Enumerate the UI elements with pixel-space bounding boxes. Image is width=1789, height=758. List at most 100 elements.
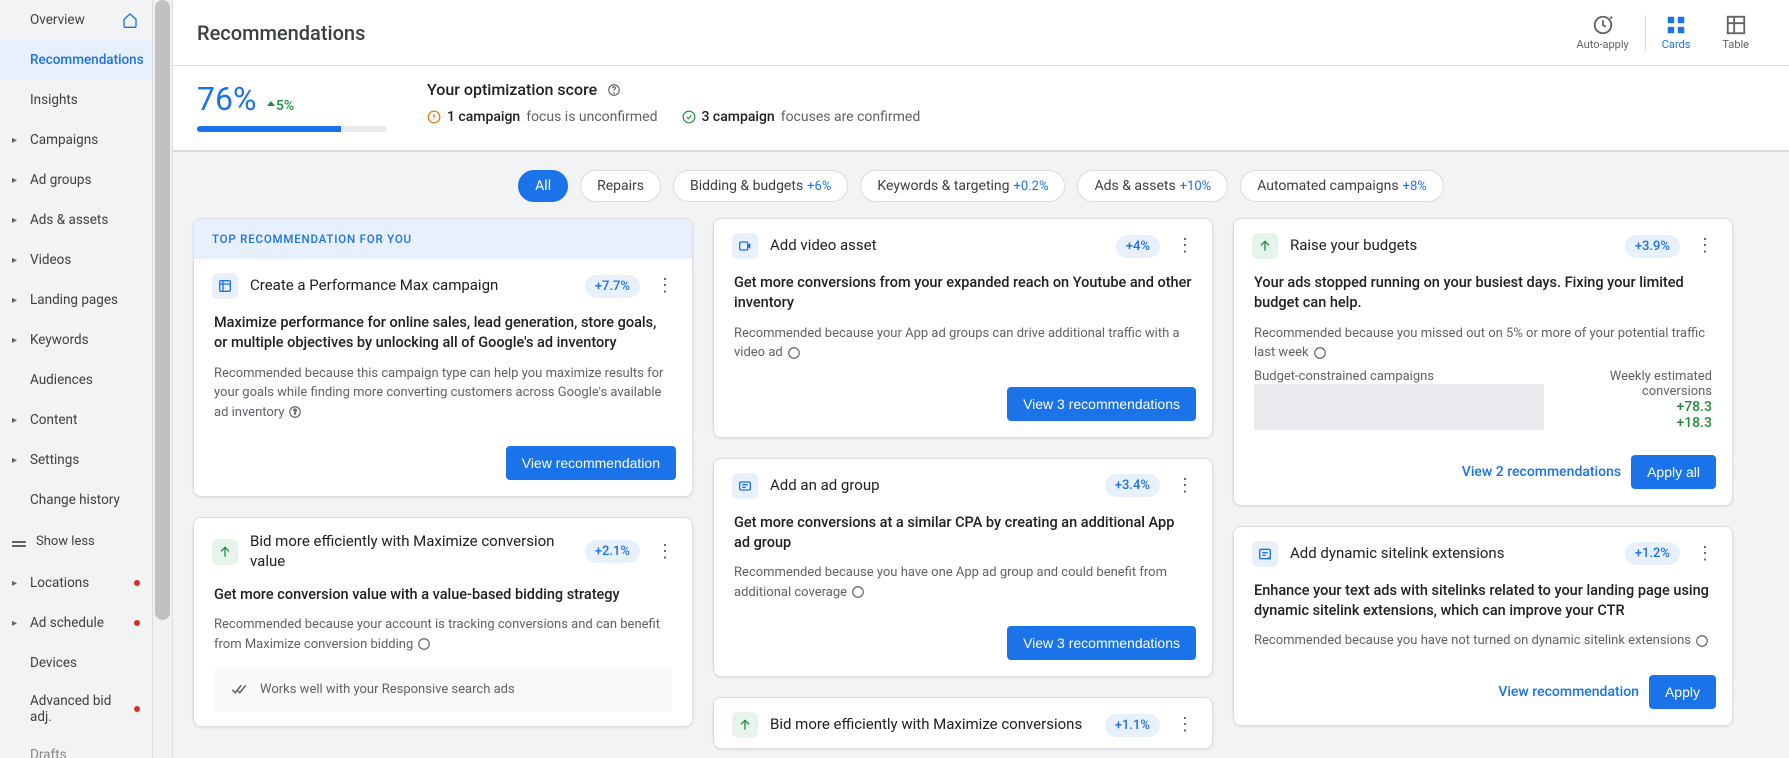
card-bid-value: Bid more efficiently with Maximize conve… bbox=[193, 517, 693, 727]
chevron-right-icon: ▸ bbox=[12, 135, 17, 146]
chevron-right-icon: ▸ bbox=[12, 455, 17, 466]
view-recommendations-link[interactable]: View 2 recommendations bbox=[1462, 464, 1621, 480]
sidebar-item-audiences[interactable]: Audiences bbox=[0, 360, 152, 400]
sidebar-label: Settings bbox=[30, 452, 79, 468]
budget-stat-right-label: Weekly estimated conversions bbox=[1544, 369, 1712, 399]
apply-all-button[interactable]: Apply all bbox=[1631, 455, 1716, 489]
sidebar-item-adsassets[interactable]: ▸ Ads & assets bbox=[0, 200, 152, 240]
help-icon[interactable] bbox=[607, 83, 621, 97]
sidebar-item-advancedbid[interactable]: Advanced bid adj. bbox=[0, 683, 152, 735]
help-icon[interactable] bbox=[1695, 634, 1709, 648]
sidebar-item-drafts[interactable]: Drafts bbox=[0, 735, 152, 758]
chevron-right-icon: ▸ bbox=[12, 175, 17, 186]
chip-label: Automated campaigns bbox=[1257, 178, 1398, 194]
scrollbar-thumb[interactable] bbox=[155, 0, 170, 620]
alert-dot-icon bbox=[134, 706, 140, 712]
home-icon bbox=[122, 12, 138, 28]
tool-label: Cards bbox=[1662, 38, 1691, 51]
sidebar-label: Ad schedule bbox=[30, 615, 104, 631]
chip-bidding[interactable]: Bidding & budgets+6% bbox=[673, 170, 848, 202]
chip-ads[interactable]: Ads & assets+10% bbox=[1077, 170, 1228, 202]
view-recommendation-link[interactable]: View recommendation bbox=[1498, 684, 1639, 700]
sidebar-scrollbar[interactable] bbox=[153, 0, 173, 758]
view-recommendations-button[interactable]: View 3 recommendations bbox=[1007, 626, 1196, 660]
chip-repairs[interactable]: Repairs bbox=[580, 170, 661, 202]
tool-auto-apply[interactable]: Auto-apply bbox=[1561, 14, 1645, 51]
help-icon[interactable] bbox=[787, 346, 801, 360]
check-circle-icon bbox=[682, 110, 696, 124]
card-uplift: +1.2% bbox=[1625, 542, 1680, 565]
more-icon[interactable]: ⋮ bbox=[652, 545, 678, 559]
view-recommendations-button[interactable]: View 3 recommendations bbox=[1007, 387, 1196, 421]
campaign-unconfirmed: 1 campaignfocus is unconfirmed bbox=[427, 109, 658, 125]
sidebar-item-landing[interactable]: ▸ Landing pages bbox=[0, 280, 152, 320]
help-icon[interactable]: ? bbox=[288, 405, 302, 419]
sidebar-label: Show less bbox=[36, 534, 95, 549]
warning-icon bbox=[427, 110, 441, 124]
sidebar-item-recommendations[interactable]: Recommendations bbox=[0, 40, 152, 80]
chip-auto[interactable]: Automated campaigns +8% bbox=[1240, 170, 1444, 202]
chip-label: Keywords & targeting bbox=[877, 178, 1009, 194]
sidebar-label: Audiences bbox=[30, 372, 93, 388]
table-icon bbox=[1725, 14, 1747, 36]
chip-uplift: +6% bbox=[807, 179, 831, 194]
view-recommendation-button[interactable]: View recommendation bbox=[506, 446, 676, 480]
help-icon[interactable] bbox=[851, 585, 865, 599]
header: Recommendations Auto-apply Cards Table bbox=[173, 0, 1789, 66]
more-icon[interactable]: ⋮ bbox=[1172, 239, 1198, 253]
sidebar-item-insights[interactable]: Insights bbox=[0, 80, 152, 120]
card-sub: Recommended because your App ad groups c… bbox=[734, 324, 1192, 363]
help-icon[interactable] bbox=[1313, 346, 1327, 360]
sidebar-item-changehistory[interactable]: Change history bbox=[0, 480, 152, 520]
more-icon[interactable]: ⋮ bbox=[1692, 547, 1718, 561]
chip-uplift: +10% bbox=[1180, 179, 1212, 194]
chip-all[interactable]: All bbox=[518, 170, 568, 202]
card-title: Add dynamic sitelink extensions bbox=[1290, 544, 1613, 564]
filter-chips: All Repairs Bidding & budgets+6% Keyword… bbox=[173, 152, 1789, 218]
help-icon[interactable] bbox=[417, 637, 431, 651]
sidebar-label: Devices bbox=[30, 655, 77, 671]
sidebar-item-overview[interactable]: Overview bbox=[0, 0, 152, 40]
card-sub: Recommended because this campaign type c… bbox=[214, 364, 672, 423]
sidebar-label: Recommendations bbox=[30, 52, 144, 68]
sidebar-label: Insights bbox=[30, 92, 78, 108]
budget-est-1: +78.3 bbox=[1544, 399, 1712, 415]
chip-keywords[interactable]: Keywords & targeting+0.2% bbox=[860, 170, 1065, 202]
adgroup-icon bbox=[732, 473, 758, 499]
sidebar-item-adgroups[interactable]: ▸ Ad groups bbox=[0, 160, 152, 200]
page-title: Recommendations bbox=[197, 21, 365, 45]
score-progress-fill bbox=[197, 126, 341, 132]
card-title: Add video asset bbox=[770, 236, 1104, 256]
score-title: Your optimization score bbox=[427, 80, 920, 99]
more-icon[interactable]: ⋮ bbox=[1692, 239, 1718, 253]
more-icon[interactable]: ⋮ bbox=[1172, 718, 1198, 732]
sidebar-label: Landing pages bbox=[30, 292, 118, 308]
tool-cards[interactable]: Cards bbox=[1646, 14, 1707, 51]
card-title: Raise your budgets bbox=[1290, 236, 1613, 256]
sidebar-label: Change history bbox=[30, 492, 120, 508]
sidebar-item-content[interactable]: ▸ Content bbox=[0, 400, 152, 440]
history-icon bbox=[1592, 14, 1614, 36]
more-icon[interactable]: ⋮ bbox=[652, 279, 678, 293]
sidebar-item-locations[interactable]: ▸ Locations bbox=[0, 563, 152, 603]
card-sub: Recommended because you missed out on 5%… bbox=[1254, 324, 1712, 363]
sidebar-item-videos[interactable]: ▸ Videos bbox=[0, 240, 152, 280]
apply-button[interactable]: Apply bbox=[1649, 675, 1716, 709]
svg-text:?: ? bbox=[294, 408, 298, 416]
chevron-right-icon: ▸ bbox=[12, 255, 17, 266]
sitelink-icon bbox=[1252, 541, 1278, 567]
sidebar-label: Videos bbox=[30, 252, 71, 268]
sidebar-item-adschedule[interactable]: ▸ Ad schedule bbox=[0, 603, 152, 643]
sidebar-item-keywords[interactable]: ▸ Keywords bbox=[0, 320, 152, 360]
tool-table[interactable]: Table bbox=[1706, 14, 1765, 51]
sidebar-item-settings[interactable]: ▸ Settings bbox=[0, 440, 152, 480]
card-desc: Get more conversion value with a value-b… bbox=[214, 585, 672, 605]
sidebar-item-devices[interactable]: Devices bbox=[0, 643, 152, 683]
sidebar-item-campaigns[interactable]: ▸ Campaigns bbox=[0, 120, 152, 160]
more-icon[interactable]: ⋮ bbox=[1172, 479, 1198, 493]
sidebar-label: Keywords bbox=[30, 332, 89, 348]
card-uplift: +3.4% bbox=[1105, 474, 1160, 497]
sidebar-show-less[interactable]: Show less bbox=[0, 520, 152, 563]
collapse-icon bbox=[12, 541, 26, 543]
chip-uplift: +8% bbox=[1403, 179, 1427, 194]
